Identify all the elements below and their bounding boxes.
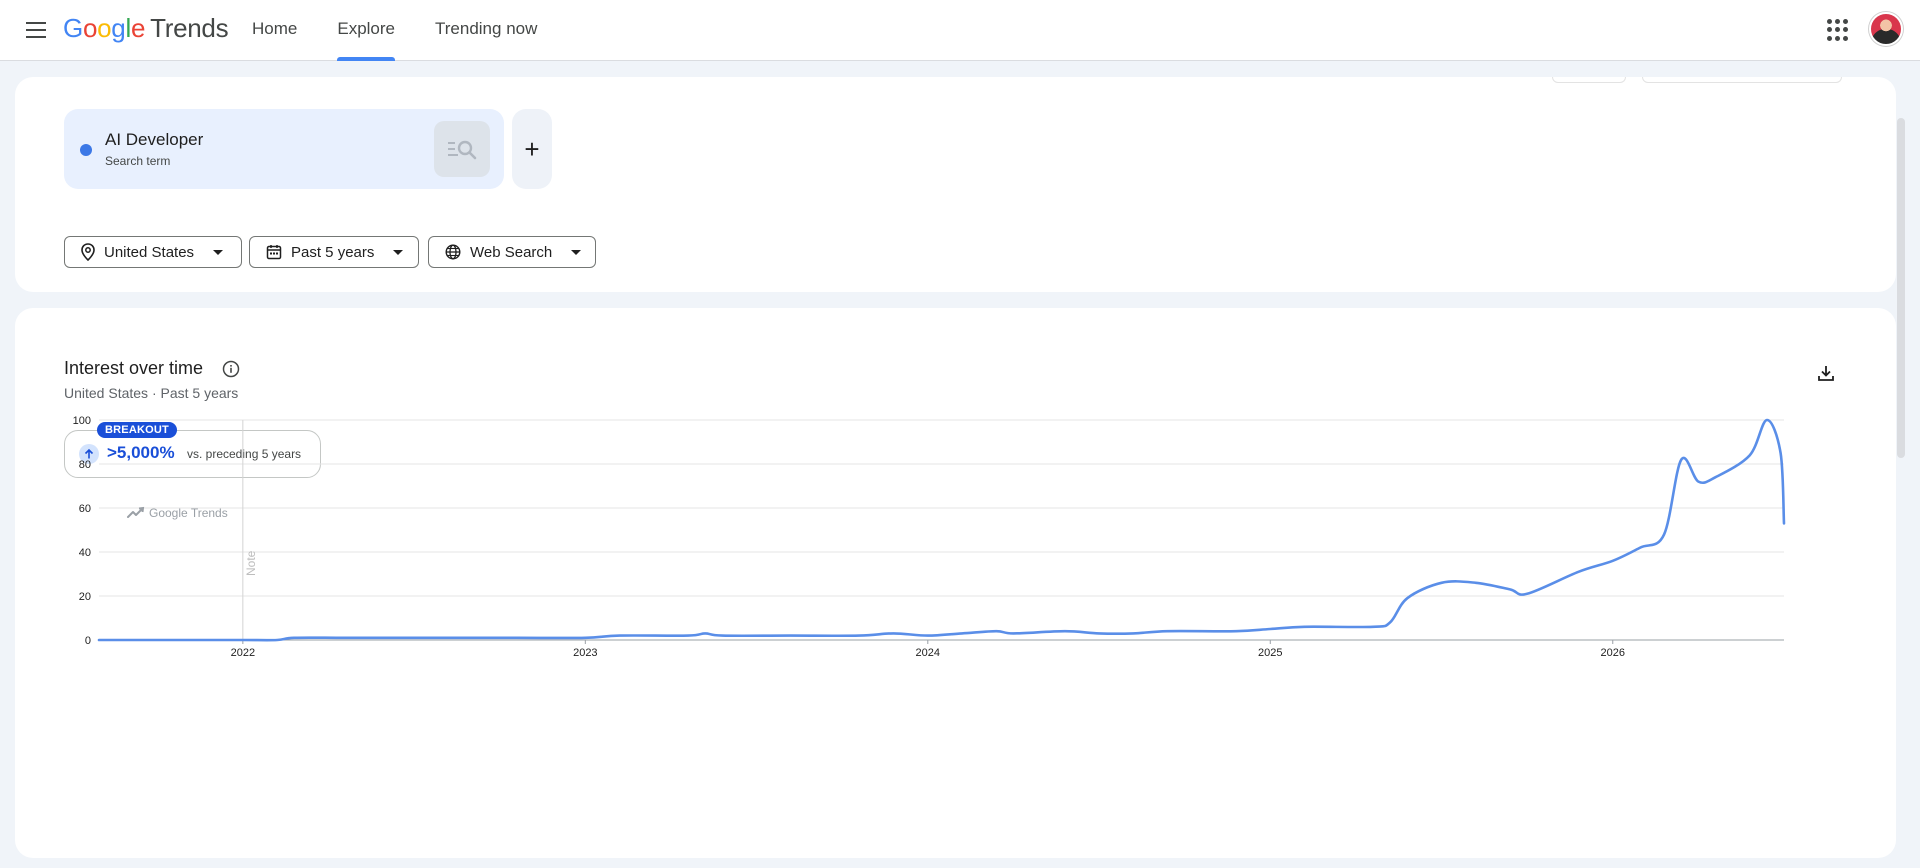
data-point[interactable]: [1573, 566, 1585, 578]
data-point[interactable]: [288, 632, 300, 644]
tab-trending-now[interactable]: Trending now: [415, 0, 557, 61]
data-point[interactable]: [682, 630, 694, 642]
data-point[interactable]: [785, 630, 797, 642]
data-point[interactable]: [1761, 414, 1773, 426]
data-point[interactable]: [922, 630, 934, 642]
tab-explore[interactable]: Explore: [317, 0, 415, 61]
data-point[interactable]: [1299, 621, 1311, 633]
region-filter-label: United States: [104, 243, 195, 261]
data-point[interactable]: [888, 627, 900, 639]
data-point[interactable]: [340, 632, 352, 644]
data-point[interactable]: [1007, 627, 1019, 639]
data-point[interactable]: [1384, 616, 1396, 628]
chevron-down-icon: [571, 249, 582, 255]
series-line-0[interactable]: [97, 418, 1786, 642]
chevron-down-icon: [213, 249, 224, 255]
data-point[interactable]: [716, 630, 728, 642]
page-scrollbar-thumb[interactable]: [1897, 118, 1905, 458]
data-point[interactable]: [1710, 471, 1722, 483]
avatar[interactable]: [1869, 12, 1903, 46]
search-property-filter-label: Web Search: [470, 243, 553, 261]
search-list-icon: [448, 140, 477, 160]
data-point[interactable]: [1367, 621, 1379, 633]
time-range-filter[interactable]: Past 5 years: [249, 236, 419, 268]
x-tick-label: 2023: [573, 647, 597, 659]
data-point[interactable]: [186, 634, 198, 646]
x-tick-label: 2024: [916, 647, 940, 659]
data-point[interactable]: [271, 634, 283, 646]
data-point[interactable]: [614, 630, 626, 642]
data-point[interactable]: [990, 625, 1002, 637]
search-term-type: Search term: [105, 154, 171, 168]
data-point[interactable]: [408, 632, 420, 644]
region-filter[interactable]: United States: [64, 236, 242, 268]
chart-note[interactable]: Note: [242, 420, 258, 640]
search-terms-card: AI Developer Search term + United States: [15, 77, 1896, 292]
data-point[interactable]: [956, 627, 968, 639]
data-point[interactable]: [853, 630, 865, 642]
time-range-filter-label: Past 5 years: [291, 243, 375, 261]
data-point[interactable]: [1504, 583, 1516, 595]
search-term-refine-button[interactable]: [434, 121, 490, 177]
y-tick-label: 100: [73, 415, 91, 427]
x-tick-label: 2025: [1258, 647, 1282, 659]
partial-button-edge: [1552, 77, 1626, 83]
data-point[interactable]: [1264, 623, 1276, 635]
data-point[interactable]: [1401, 592, 1413, 604]
search-property-filter[interactable]: Web Search: [428, 236, 596, 268]
tab-home[interactable]: Home: [232, 0, 317, 61]
series-color-dot: [80, 144, 92, 156]
data-point[interactable]: [1778, 517, 1790, 529]
main-nav: Home Explore Trending now: [232, 0, 557, 61]
data-point[interactable]: [579, 632, 591, 644]
menu-icon[interactable]: [22, 16, 50, 44]
watermark-text: Google Trends: [149, 506, 228, 520]
x-tick-label: 2022: [231, 647, 255, 659]
data-point[interactable]: [1744, 449, 1756, 461]
data-point[interactable]: [1521, 588, 1533, 600]
partial-button-edge: [1642, 77, 1842, 83]
google-trends-logo[interactable]: Google Trends: [63, 13, 229, 44]
y-tick-label: 20: [79, 591, 91, 603]
y-tick-label: 40: [79, 547, 91, 559]
data-point[interactable]: [237, 634, 249, 646]
data-point[interactable]: [699, 627, 711, 639]
data-point[interactable]: [1436, 577, 1448, 589]
data-point[interactable]: [1692, 476, 1704, 488]
data-point[interactable]: [1675, 454, 1687, 466]
apps-grid-icon[interactable]: [1827, 19, 1849, 41]
google-trends-watermark: Google Trends: [127, 506, 228, 520]
chevron-down-icon: [393, 249, 404, 255]
data-point[interactable]: [511, 632, 523, 644]
interest-over-time-card: Interest over time United States · Past …: [15, 308, 1896, 858]
interest-line-chart[interactable]: 0 20 40 60 80 100 2022 2023 2024 2025 2026 Google …: [15, 308, 1896, 858]
location-pin-icon: [81, 243, 95, 261]
data-point[interactable]: [1775, 447, 1787, 459]
search-term-chip[interactable]: AI Developer Search term: [64, 109, 504, 189]
chart-gridlines: 0 20 40 60 80 100 2022 2023 2024 2025 2026: [73, 415, 1784, 659]
search-term-name[interactable]: AI Developer: [105, 130, 203, 150]
series-line-layer: [93, 414, 1790, 646]
y-tick-label: 60: [79, 503, 91, 515]
calendar-icon: [266, 245, 282, 260]
data-point[interactable]: [1162, 625, 1174, 637]
data-point[interactable]: [1230, 625, 1242, 637]
y-tick-label: 0: [85, 635, 91, 647]
data-point[interactable]: [1607, 555, 1619, 567]
top-app-bar: Google Trends Home Explore Trending now: [0, 0, 1920, 61]
x-tick-label: 2026: [1601, 647, 1625, 659]
globe-icon: [445, 244, 461, 260]
data-point[interactable]: [1093, 627, 1105, 639]
data-point[interactable]: [1059, 625, 1071, 637]
add-comparison-button[interactable]: +: [512, 109, 552, 189]
data-point[interactable]: [134, 634, 146, 646]
data-point[interactable]: [1634, 542, 1646, 554]
y-tick-label: 80: [79, 459, 91, 471]
data-point[interactable]: [1658, 528, 1670, 540]
data-point[interactable]: [1470, 577, 1482, 589]
note-label[interactable]: Note: [244, 550, 258, 576]
trend-line-icon: [127, 508, 143, 518]
data-point[interactable]: [1127, 627, 1139, 639]
data-point[interactable]: [93, 634, 105, 646]
